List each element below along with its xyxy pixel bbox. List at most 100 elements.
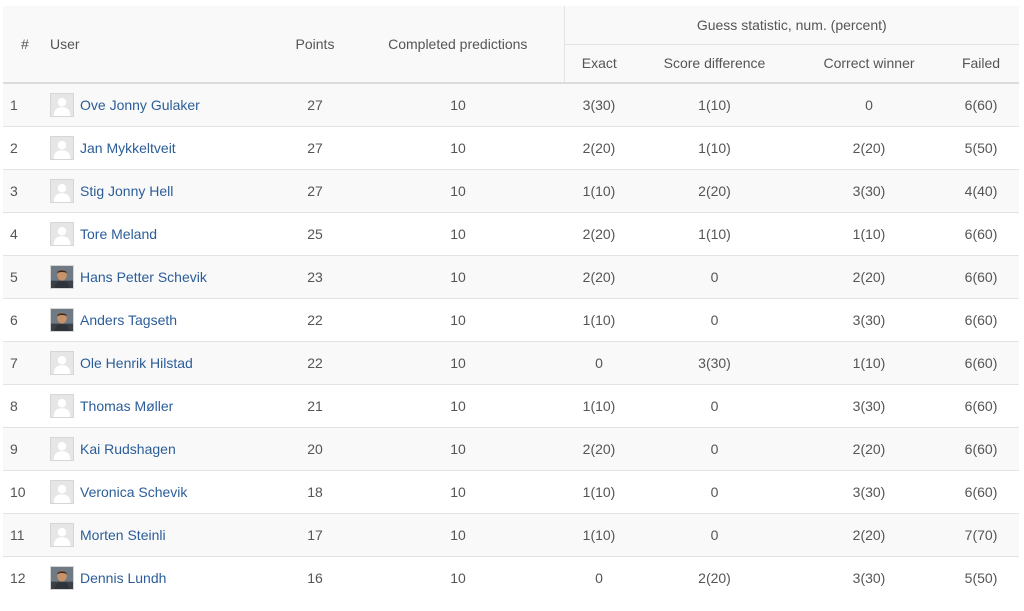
header-score-difference: Score difference xyxy=(634,44,795,84)
user-cell: Morten Steinli xyxy=(44,512,278,556)
correct-winner-cell: 0 xyxy=(795,82,943,126)
header-guess-statistic: Guess statistic, num. (percent) xyxy=(563,6,1020,45)
correct-winner-cell: 2(20) xyxy=(795,125,943,169)
exact-cell: 0 xyxy=(564,340,634,384)
failed-cell: 4(40) xyxy=(943,168,1020,212)
user-link[interactable]: Ove Jonny Gulaker xyxy=(80,97,200,113)
table-row: 8 Thomas Møller 21 10 1(10) 0 3(30) 6(60… xyxy=(3,383,1020,427)
default-avatar-icon[interactable] xyxy=(50,178,74,203)
user-link[interactable]: Morten Steinli xyxy=(80,527,166,543)
correct-winner-cell: 3(30) xyxy=(795,555,943,599)
points-cell: 21 xyxy=(278,383,352,427)
points-cell: 17 xyxy=(278,512,352,556)
completed-cell: 10 xyxy=(352,469,564,513)
user-cell: Jan Mykkeltveit xyxy=(44,125,278,169)
table-row: 6 Anders Tagseth 22 10 1(10) 0 3(30) 6(6… xyxy=(3,297,1020,341)
user-link[interactable]: Ole Henrik Hilstad xyxy=(80,355,193,371)
table-body: 1 Ove Jonny Gulaker 27 10 3(30) 1(10) 0 … xyxy=(3,82,1020,599)
score-difference-cell: 1(10) xyxy=(634,125,795,169)
default-avatar-icon[interactable] xyxy=(50,479,74,504)
points-cell: 22 xyxy=(278,340,352,384)
user-cell: Tore Meland xyxy=(44,211,278,255)
points-cell: 27 xyxy=(278,82,352,126)
rank-cell: 10 xyxy=(3,469,44,513)
table-row: 12 Dennis Lundh 16 10 0 2(20) 3(30) 5(50… xyxy=(3,555,1020,599)
correct-winner-cell: 2(20) xyxy=(795,426,943,470)
photo-avatar-icon[interactable] xyxy=(50,565,74,590)
table-row: 1 Ove Jonny Gulaker 27 10 3(30) 1(10) 0 … xyxy=(3,82,1020,126)
rank-cell: 1 xyxy=(3,82,44,126)
table-row: 11 Morten Steinli 17 10 1(10) 0 2(20) 7(… xyxy=(3,512,1020,556)
user-link[interactable]: Anders Tagseth xyxy=(80,312,177,328)
failed-cell: 6(60) xyxy=(943,82,1020,126)
points-cell: 18 xyxy=(278,469,352,513)
table-row: 3 Stig Jonny Hell 27 10 1(10) 2(20) 3(30… xyxy=(3,168,1020,212)
rank-cell: 6 xyxy=(3,297,44,341)
user-link[interactable]: Hans Petter Schevik xyxy=(80,269,207,285)
table-header: # User Points Completed predictions Gues… xyxy=(3,6,1020,84)
user-cell: Anders Tagseth xyxy=(44,297,278,341)
default-avatar-icon[interactable] xyxy=(50,522,74,547)
user-cell: Ove Jonny Gulaker xyxy=(44,82,278,126)
user-link[interactable]: Kai Rudshagen xyxy=(80,441,176,457)
header-exact: Exact xyxy=(563,44,634,84)
failed-cell: 6(60) xyxy=(943,469,1020,513)
header-correct-winner: Correct winner xyxy=(795,44,943,84)
default-avatar-icon[interactable] xyxy=(50,436,74,461)
failed-cell: 6(60) xyxy=(943,297,1020,341)
default-avatar-icon[interactable] xyxy=(50,393,74,418)
default-avatar-icon[interactable] xyxy=(50,221,74,246)
rank-cell: 8 xyxy=(3,383,44,427)
exact-cell: 0 xyxy=(564,555,634,599)
exact-cell: 1(10) xyxy=(564,469,634,513)
rank-cell: 5 xyxy=(3,254,44,298)
score-difference-cell: 2(20) xyxy=(634,555,795,599)
completed-cell: 10 xyxy=(352,340,564,384)
score-difference-cell: 0 xyxy=(634,469,795,513)
exact-cell: 1(10) xyxy=(564,297,634,341)
user-link[interactable]: Stig Jonny Hell xyxy=(80,183,173,199)
user-link[interactable]: Thomas Møller xyxy=(80,398,173,414)
points-cell: 27 xyxy=(278,168,352,212)
rank-cell: 9 xyxy=(3,426,44,470)
default-avatar-icon[interactable] xyxy=(50,92,74,117)
photo-avatar-icon[interactable] xyxy=(50,264,74,289)
photo-avatar-icon[interactable] xyxy=(50,307,74,332)
correct-winner-cell: 1(10) xyxy=(795,211,943,255)
correct-winner-cell: 2(20) xyxy=(795,254,943,298)
user-link[interactable]: Jan Mykkeltveit xyxy=(80,140,176,156)
user-link[interactable]: Dennis Lundh xyxy=(80,570,166,586)
points-cell: 22 xyxy=(278,297,352,341)
failed-cell: 6(60) xyxy=(943,254,1020,298)
score-difference-cell: 0 xyxy=(634,297,795,341)
failed-cell: 5(50) xyxy=(943,125,1020,169)
score-difference-cell: 2(20) xyxy=(634,168,795,212)
completed-cell: 10 xyxy=(352,82,564,126)
user-cell: Ole Henrik Hilstad xyxy=(44,340,278,384)
header-failed: Failed xyxy=(943,44,1020,84)
header-points: Points xyxy=(278,6,352,84)
default-avatar-icon[interactable] xyxy=(50,350,74,375)
rank-cell: 3 xyxy=(3,168,44,212)
table-row: 4 Tore Meland 25 10 2(20) 1(10) 1(10) 6(… xyxy=(3,211,1020,255)
score-difference-cell: 0 xyxy=(634,254,795,298)
completed-cell: 10 xyxy=(352,211,564,255)
completed-cell: 10 xyxy=(352,512,564,556)
user-link[interactable]: Tore Meland xyxy=(80,226,157,242)
points-cell: 20 xyxy=(278,426,352,470)
score-difference-cell: 1(10) xyxy=(634,211,795,255)
correct-winner-cell: 3(30) xyxy=(795,383,943,427)
user-cell: Hans Petter Schevik xyxy=(44,254,278,298)
correct-winner-cell: 3(30) xyxy=(795,168,943,212)
table-row: 10 Veronica Schevik 18 10 1(10) 0 3(30) … xyxy=(3,469,1020,513)
correct-winner-cell: 3(30) xyxy=(795,297,943,341)
header-user: User xyxy=(44,6,278,84)
default-avatar-icon[interactable] xyxy=(50,135,74,160)
completed-cell: 10 xyxy=(352,125,564,169)
user-link[interactable]: Veronica Schevik xyxy=(80,484,187,500)
score-difference-cell: 3(30) xyxy=(634,340,795,384)
rank-cell: 12 xyxy=(3,555,44,599)
user-cell: Stig Jonny Hell xyxy=(44,168,278,212)
completed-cell: 10 xyxy=(352,254,564,298)
completed-cell: 10 xyxy=(352,297,564,341)
